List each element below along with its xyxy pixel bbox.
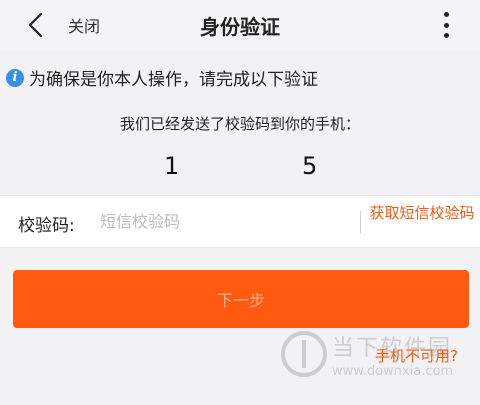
get-sms-code-button[interactable]: 获取短信校验码 — [366, 204, 478, 222]
phone-number-start: 1 — [164, 152, 180, 180]
phone-unavailable-link[interactable]: 手机不可用? — [375, 345, 458, 366]
watermark-logo-icon — [281, 331, 327, 377]
masked-phone-number: 1 5 — [0, 152, 480, 182]
phone-number-end: 5 — [302, 152, 318, 180]
info-icon: i — [6, 68, 24, 87]
more-options-button[interactable] — [440, 12, 452, 38]
header-bar: 关闭 身份验证 — [0, 0, 480, 50]
verification-code-input[interactable] — [100, 204, 350, 238]
page-title: 身份验证 — [200, 15, 280, 39]
field-divider — [360, 211, 361, 233]
notice-text: 为确保是你本人操作，请完成以下验证 — [29, 70, 318, 90]
next-step-button[interactable]: 下一步 — [13, 270, 469, 328]
verification-notice: i 为确保是你本人操作，请完成以下验证 — [6, 65, 318, 90]
next-step-label: 下一步 — [216, 291, 265, 310]
watermark-url: www.downxia.com — [332, 364, 454, 379]
vertical-dots-icon — [443, 12, 449, 17]
code-sent-message: 我们已经发送了校验码到你的手机： — [119, 115, 360, 133]
code-input-row: 校验码: 获取短信校验码 — [0, 195, 480, 248]
code-field-label: 校验码: — [18, 216, 75, 236]
